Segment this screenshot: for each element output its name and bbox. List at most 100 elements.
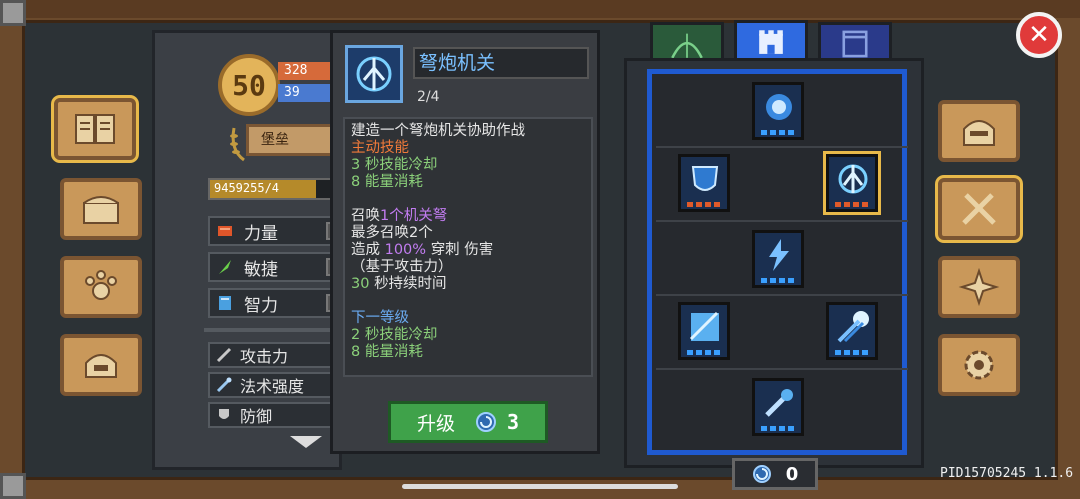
level-pips: [761, 278, 795, 283]
book-icon: [75, 114, 115, 144]
stat-label: 力量: [244, 223, 278, 244]
attr-row-attack: 攻击力: [208, 342, 350, 368]
lightning-icon: [769, 239, 789, 271]
close-button[interactable]: ✕: [1016, 12, 1062, 58]
crossbow-turret-icon: [838, 164, 868, 194]
damage-note: （基于攻击力）: [351, 259, 453, 275]
skill-level: 2/4: [417, 89, 440, 105]
stat-row-agility: 敏捷: [208, 252, 350, 282]
talent-button[interactable]: [938, 256, 1020, 318]
gear-icon: [964, 350, 994, 380]
duration-line: 30 秒持续时间: [351, 276, 447, 292]
journal-book-button[interactable]: [54, 98, 136, 160]
helmet-equipment-button[interactable]: [938, 100, 1020, 162]
exp-bar: 9459255/4: [208, 178, 348, 200]
attr-row-defense: 防御: [208, 402, 350, 428]
next-level-header: 下一等级: [351, 310, 409, 326]
ice-wall-icon: [689, 311, 719, 341]
skill-node-lightning-blade[interactable]: [752, 230, 804, 288]
skill-node-frost-sword[interactable]: [752, 378, 804, 436]
summon-max-line: 最多召唤2个: [351, 225, 433, 241]
inventory-button[interactable]: [60, 178, 142, 240]
shield-mech-icon: [691, 166, 719, 191]
level-pips: [835, 202, 869, 207]
frame-corner: [0, 0, 26, 26]
level-pips: [687, 350, 721, 355]
title-banner[interactable]: 堡垒: [246, 124, 342, 156]
chest-icon: [83, 196, 119, 224]
feather-icon: [219, 260, 231, 274]
cooldown-line: 3 秒技能冷却: [351, 157, 438, 173]
skill-name: 弩炮机关: [413, 47, 589, 79]
sword-icon: [216, 347, 232, 363]
level-pips: [761, 426, 795, 431]
energy-line: 8 能量消耗: [351, 174, 423, 190]
helmet-menu-button[interactable]: [60, 334, 142, 396]
skill-description: 建造一个弩炮机关协助作战 主动技能 3 秒技能冷却 8 能量消耗 召唤1个机关弩…: [343, 117, 593, 377]
skill-node-energy-core[interactable]: [752, 82, 804, 140]
title-label: 堡垒: [261, 132, 289, 148]
home-indicator[interactable]: [402, 484, 678, 489]
damage-line: 造成 100% 穿刺 伤害: [351, 242, 494, 258]
hp-value: 328: [284, 63, 308, 78]
level-pips: [761, 130, 795, 135]
version-label: PID15705245 1.1.6: [940, 466, 1074, 481]
shockwave-icon: [837, 311, 869, 343]
skill-node-crossbow-turret[interactable]: [826, 154, 878, 212]
attr-row-spell-power: 法术强度: [208, 372, 350, 398]
attr-label: 防御: [240, 407, 273, 426]
wand-icon: [216, 377, 232, 393]
pets-button[interactable]: [60, 256, 142, 318]
skills-button[interactable]: [938, 178, 1020, 240]
level-pips: [835, 350, 869, 355]
level-badge: 50: [218, 54, 280, 116]
skill-tree-grid: [647, 69, 908, 455]
skill-point-icon: [752, 465, 771, 483]
stat-label: 敏捷: [244, 259, 278, 280]
skill-tooltip: 弩炮机关 2/4 建造一个弩炮机关协助作战 主动技能 3 秒技能冷却 8 能量消…: [330, 30, 600, 454]
paw-icon: [85, 270, 117, 300]
summon-line: 召唤1个机关弩: [351, 208, 448, 224]
upgrade-label: 升级: [416, 412, 455, 435]
shield-icon: [219, 409, 229, 419]
helmet-icon: [85, 354, 117, 378]
next-energy-line: 8 能量消耗: [351, 344, 423, 360]
book-icon: [219, 296, 231, 310]
divider: [204, 328, 332, 332]
level-value: 50: [232, 68, 266, 102]
skill-node-shockwave[interactable]: [826, 302, 878, 360]
skill-points-counter: 0: [732, 458, 818, 490]
attr-label: 法术强度: [240, 377, 305, 396]
upgrade-button[interactable]: 升级 3: [388, 401, 548, 443]
frost-sword-icon: [765, 389, 793, 417]
next-cooldown-line: 2 秒技能冷却: [351, 327, 438, 343]
crossbow-turret-icon: [345, 45, 403, 103]
stat-row-strength: 力量: [208, 216, 350, 246]
skill-points-value: 0: [785, 463, 799, 485]
star-burst-icon: [958, 267, 1000, 307]
laurel-icon: [230, 127, 245, 162]
scroll-down-arrow[interactable]: [290, 436, 322, 448]
skill-node-ice-wall[interactable]: [678, 302, 730, 360]
level-pips: [687, 202, 721, 207]
crossed-swords-icon: [962, 193, 996, 225]
skill-point-icon: [475, 412, 496, 432]
skill-tree-panel: [624, 58, 924, 468]
castle-icon: [759, 30, 783, 54]
stat-row-intelligence: 智力: [208, 288, 350, 318]
helmet-icon: [963, 120, 995, 146]
stat-label: 智力: [244, 295, 278, 316]
frame-corner: [0, 473, 26, 499]
skill-type: 主动技能: [351, 140, 409, 156]
desc-title: 建造一个弩炮机关协助作战: [351, 123, 525, 139]
energy-core-icon: [766, 94, 792, 120]
upgrade-cost: 3: [506, 410, 520, 434]
settings-button[interactable]: [938, 334, 1020, 396]
mp-value: 39: [284, 85, 300, 100]
skill-node-shield-mech[interactable]: [678, 154, 730, 212]
fist-icon: [218, 226, 232, 236]
close-icon: ✕: [1028, 20, 1050, 50]
attr-label: 攻击力: [240, 347, 289, 366]
